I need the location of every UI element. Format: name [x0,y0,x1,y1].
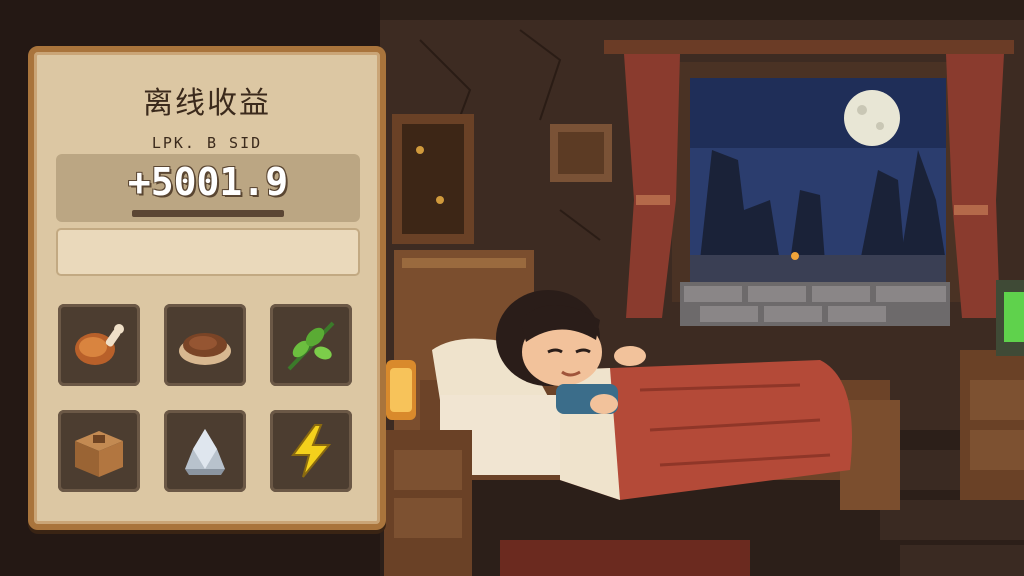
item-slot-herb[interactable] [270,304,352,386]
item-slot-meat[interactable] [58,304,140,386]
earnings-subtitle: LPK. B SID [151,134,263,152]
silver-ore-icon [185,429,225,475]
herb-leaf-icon [287,321,335,371]
amount-underline [132,210,284,217]
lightning-energy-icon [291,424,332,478]
item-slot-energy[interactable] [270,410,352,492]
item-slot-crate[interactable] [58,410,140,492]
night-window [604,40,1014,326]
meat-icon [75,324,124,365]
earnings-amount: +5001.9 [127,160,289,204]
offline-earnings-panel: 离线收益 LPK. B SID +5001.9 [28,46,386,530]
item-slot-bread[interactable] [164,304,246,386]
bread-icon [179,333,231,365]
earnings-amount-box: +5001.9 [56,154,360,222]
wooden-crate-icon [75,431,123,477]
empty-info-bar [56,228,360,276]
item-slot-silver[interactable] [164,410,246,492]
panel-title: 离线收益 [143,86,271,121]
